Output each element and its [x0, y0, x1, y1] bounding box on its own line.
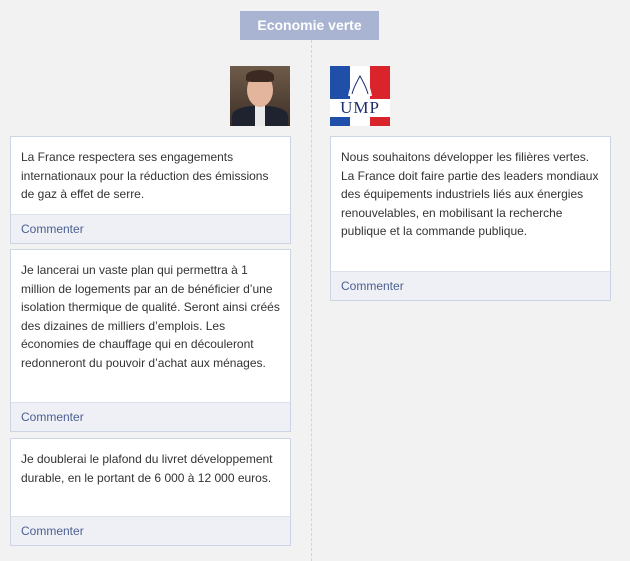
- comment-link[interactable]: Commenter: [11, 402, 290, 431]
- section-title: Economie verte: [240, 11, 379, 40]
- comment-link[interactable]: Commenter: [11, 516, 290, 545]
- post-text: Je doublerai le plafond du livret dévelo…: [21, 452, 273, 485]
- ump-logo: UMP: [330, 66, 390, 126]
- post-card: Je doublerai le plafond du livret dévelo…: [10, 438, 291, 546]
- post-card: Nous souhaitons développer les filières …: [330, 136, 611, 301]
- candidate-portrait: [230, 66, 290, 126]
- logo-text: UMP: [330, 99, 390, 117]
- column-divider: [311, 40, 312, 561]
- comment-link[interactable]: Commenter: [11, 214, 290, 243]
- post-text: Je lancerai un vaste plan qui permettra …: [21, 263, 280, 370]
- post-text: La France respectera ses engagements int…: [21, 150, 269, 201]
- comment-link[interactable]: Commenter: [331, 271, 610, 300]
- post-text: Nous souhaitons développer les filières …: [341, 150, 599, 238]
- post-card: La France respectera ses engagements int…: [10, 136, 291, 244]
- post-card: Je lancerai un vaste plan qui permettra …: [10, 249, 291, 432]
